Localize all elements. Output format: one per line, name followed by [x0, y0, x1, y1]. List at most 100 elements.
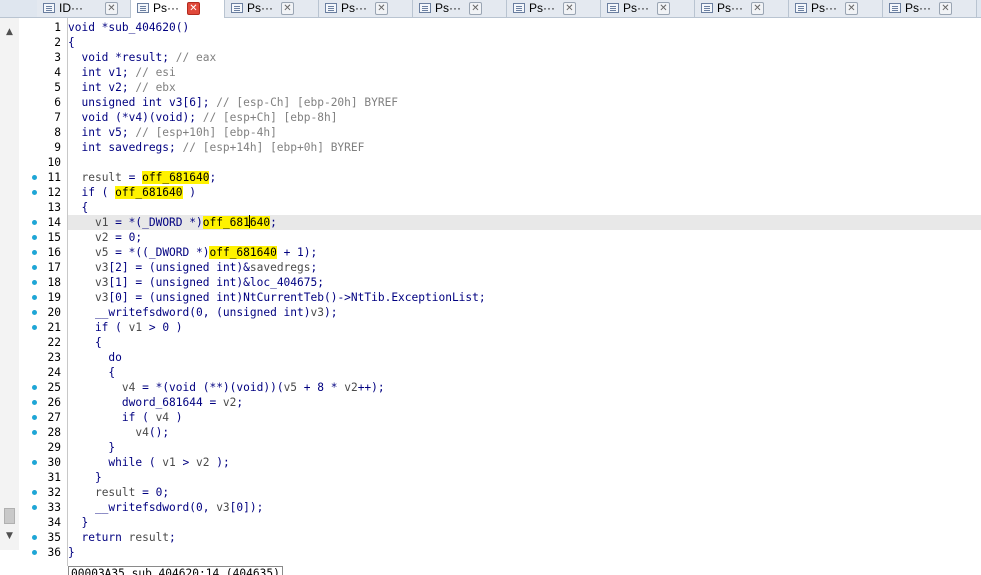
code-line[interactable]: int v5; // [esp+10h] [ebp-4h]	[68, 125, 981, 140]
line-number: 8	[54, 126, 61, 139]
tab-6[interactable]: Ps··· ✕	[601, 0, 695, 17]
breakpoint-dot-icon[interactable]	[32, 220, 37, 225]
breakpoint-dot-icon[interactable]	[32, 190, 37, 195]
code-line[interactable]: v4();	[68, 425, 981, 440]
breakpoint-dot-icon[interactable]	[32, 310, 37, 315]
close-icon[interactable]: ✕	[375, 2, 388, 15]
status-location: 00003A35 sub_404620:14 (404635)	[68, 566, 283, 575]
breakpoint-dot-icon[interactable]	[32, 175, 37, 180]
close-icon[interactable]: ✕	[563, 2, 576, 15]
code-line[interactable]: void *result; // eax	[68, 50, 981, 65]
tab-8[interactable]: Ps··· ✕	[789, 0, 883, 17]
breakpoint-dot-icon[interactable]	[32, 400, 37, 405]
tab-7[interactable]: Ps··· ✕	[695, 0, 789, 17]
breakpoint-dot-icon[interactable]	[32, 535, 37, 540]
gutter-line: 30	[19, 455, 67, 470]
tab-0[interactable]: ID··· ✕	[37, 0, 131, 17]
code-line[interactable]: __writefsdword(0, v3[0]);	[68, 500, 981, 515]
close-icon[interactable]: ✕	[657, 2, 670, 15]
code-token: {	[68, 336, 102, 349]
breakpoint-dot-icon[interactable]	[32, 385, 37, 390]
code-line[interactable]	[68, 155, 981, 170]
code-line[interactable]: if ( v1 > 0 )	[68, 320, 981, 335]
tab-9[interactable]: Ps··· ✕	[883, 0, 977, 17]
code-line[interactable]: {	[68, 365, 981, 380]
code-line[interactable]: __writefsdword(0, (unsigned int)v3);	[68, 305, 981, 320]
tab-4[interactable]: Ps··· ✕	[413, 0, 507, 17]
breakpoint-dot-icon[interactable]	[32, 460, 37, 465]
tab-1[interactable]: Ps··· ✕	[131, 0, 225, 18]
code-line[interactable]: do	[68, 350, 981, 365]
code-line[interactable]: {	[68, 35, 981, 50]
code-line[interactable]: int savedregs; // [esp+14h] [ebp+0h] BYR…	[68, 140, 981, 155]
breakpoint-dot-icon[interactable]	[32, 265, 37, 270]
breakpoint-dot-icon[interactable]	[32, 250, 37, 255]
code-line[interactable]: while ( v1 > v2 );	[68, 455, 981, 470]
line-number: 7	[54, 111, 61, 124]
close-icon[interactable]: ✕	[939, 2, 952, 15]
code-line[interactable]: return result;	[68, 530, 981, 545]
close-icon[interactable]: ✕	[469, 2, 482, 15]
code-line[interactable]: result = 0;	[68, 485, 981, 500]
code-line[interactable]: {	[68, 335, 981, 350]
code-line[interactable]: unsigned int v3[6]; // [esp-Ch] [ebp-20h…	[68, 95, 981, 110]
code-line[interactable]: }	[68, 470, 981, 485]
code-token: )	[182, 186, 196, 199]
code-line[interactable]: }	[68, 545, 981, 560]
breakpoint-dot-icon[interactable]	[32, 415, 37, 420]
code-line[interactable]: v3[0] = (unsigned int)NtCurrentTeb()->Nt…	[68, 290, 981, 305]
breakpoint-dot-icon[interactable]	[32, 325, 37, 330]
breakpoint-dot-icon[interactable]	[32, 280, 37, 285]
scroll-thumb[interactable]	[4, 508, 15, 524]
breakpoint-dot-icon[interactable]	[32, 550, 37, 555]
code-line[interactable]: if ( off_681640 )	[68, 185, 981, 200]
tab-3[interactable]: Ps··· ✕	[319, 0, 413, 17]
breakpoint-dot-icon[interactable]	[32, 295, 37, 300]
code-token: ;	[310, 261, 318, 274]
close-icon[interactable]: ✕	[187, 2, 200, 15]
close-icon[interactable]: ✕	[281, 2, 294, 15]
scroll-up-arrow-icon[interactable]: ▲	[0, 24, 19, 41]
code-line[interactable]: {	[68, 200, 981, 215]
breakpoint-dot-icon[interactable]	[32, 505, 37, 510]
line-number: 14	[47, 216, 61, 229]
code-token: v3	[94, 291, 109, 304]
code-line[interactable]: v3[2] = (unsigned int)&savedregs;	[68, 260, 981, 275]
code-line[interactable]: v3[1] = (unsigned int)&loc_404675;	[68, 275, 981, 290]
code-line[interactable]: if ( v4 )	[68, 410, 981, 425]
tab-label: Ps···	[435, 1, 461, 15]
code-line[interactable]: v5 = *((_DWORD *)off_681640 + 1);	[68, 245, 981, 260]
breakpoint-dot-icon[interactable]	[32, 490, 37, 495]
code-line[interactable]: v2 = 0;	[68, 230, 981, 245]
code-token: v2	[196, 456, 210, 469]
vertical-scrollbar[interactable]: ▲ ▼	[0, 18, 20, 550]
code-token: savedregs	[249, 261, 311, 274]
code-line[interactable]: dword_681644 = v2;	[68, 395, 981, 410]
line-number-gutter[interactable]: 1 2 3 4 5 6 7 8 9 10 11 12 13 14 15 16 17 18 19 20 21 22 23 24 2…	[19, 18, 68, 566]
tab-5[interactable]: Ps··· ✕	[507, 0, 601, 17]
code-line[interactable]: result = off_681640;	[68, 170, 981, 185]
scroll-down-arrow-icon[interactable]: ▼	[0, 528, 19, 545]
code-line[interactable]: void (*v4)(void); // [esp+Ch] [ebp-8h]	[68, 110, 981, 125]
code-line[interactable]: void *sub_404620()	[68, 20, 981, 35]
close-icon[interactable]: ✕	[105, 2, 118, 15]
line-number: 22	[47, 336, 61, 349]
status-bar: 00003A35 sub_404620:14 (404635)	[68, 566, 981, 575]
close-icon[interactable]: ✕	[845, 2, 858, 15]
code-line[interactable]: int v1; // esi	[68, 65, 981, 80]
breakpoint-dot-icon[interactable]	[32, 235, 37, 240]
breakpoint-dot-icon[interactable]	[32, 430, 37, 435]
code-line[interactable]: int v2; // ebx	[68, 80, 981, 95]
code-line[interactable]: v4 = *(void (**)(void))(v5 + 8 * v2++);	[68, 380, 981, 395]
code-line[interactable]: v1 = *(_DWORD *)off_681640;	[68, 215, 981, 230]
code-token: while (	[68, 456, 163, 469]
code-text: return result;	[68, 530, 175, 545]
close-icon[interactable]: ✕	[751, 2, 764, 15]
tab-2[interactable]: Ps··· ✕	[225, 0, 319, 17]
code-token: v2	[222, 396, 237, 409]
code-line[interactable]: }	[68, 440, 981, 455]
code-line[interactable]: }	[68, 515, 981, 530]
pseudocode-editor[interactable]: void *sub_404620() { void *result; // eax…	[68, 18, 981, 566]
